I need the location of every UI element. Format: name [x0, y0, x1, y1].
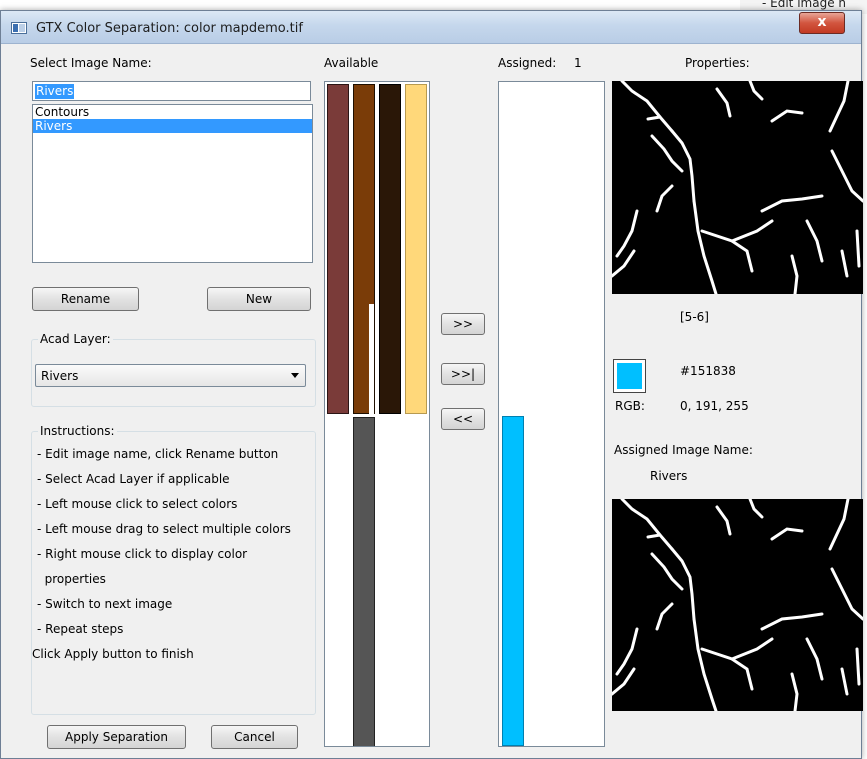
instruction-line: - Left mouse drag to select multiple col…: [37, 522, 291, 536]
assigned-color-bar[interactable]: [502, 416, 524, 746]
available-colors-panel[interactable]: [324, 81, 430, 747]
instruction-line: - Switch to next image: [37, 597, 173, 611]
title-bar[interactable]: GTX Color Separation: color mapdemo.tif …: [1, 11, 861, 44]
color-index-range: [5-6]: [680, 310, 709, 324]
instruction-line: - Right mouse click to display color: [37, 547, 248, 561]
color-swatch: [613, 359, 646, 393]
rgb-label: RGB:: [615, 399, 645, 413]
new-button[interactable]: New: [207, 287, 311, 311]
acad-layer-dropdown[interactable]: Rivers: [35, 364, 306, 387]
image-name-list[interactable]: Contours Rivers: [32, 104, 313, 263]
available-color-bar[interactable]: [327, 84, 349, 414]
available-color-bar[interactable]: [379, 84, 401, 414]
instruction-line: Click Apply button to finish: [32, 647, 194, 661]
assigned-image-name-label: Assigned Image Name:: [614, 443, 753, 457]
color-swatch-fill: [617, 363, 642, 389]
assigned-label: Assigned:: [498, 56, 557, 70]
rename-button[interactable]: Rename: [32, 287, 139, 311]
list-item-contours[interactable]: Contours: [33, 105, 312, 119]
assign-button[interactable]: >>: [441, 313, 485, 335]
cancel-button[interactable]: Cancel: [211, 725, 298, 749]
rgb-value: 0, 191, 255: [680, 399, 749, 413]
image-name-input[interactable]: Rivers: [32, 81, 311, 101]
selected-color-preview: [612, 81, 863, 294]
assigned-colors-panel[interactable]: [498, 81, 605, 747]
color-hex-value: #151838: [680, 364, 736, 378]
available-color-bar[interactable]: [353, 417, 375, 746]
instruction-line: - Select Acad Layer if applicable: [37, 472, 230, 486]
assign-all-button[interactable]: >>|: [441, 363, 485, 385]
remove-button[interactable]: <<: [441, 408, 485, 430]
instruction-line: - Left mouse click to select colors: [37, 497, 238, 511]
app-window-icon: [11, 22, 27, 34]
assigned-count: 1: [574, 56, 582, 70]
select-image-name-label: Select Image Name:: [30, 56, 152, 70]
assigned-image-preview: [612, 499, 863, 711]
close-button[interactable]: x: [799, 12, 845, 34]
available-color-bar[interactable]: [405, 84, 427, 414]
color-separation-dialog: GTX Color Separation: color mapdemo.tif …: [0, 10, 863, 759]
apply-separation-button[interactable]: Apply Separation: [47, 725, 186, 749]
available-label: Available: [324, 56, 379, 70]
image-name-input-text: Rivers: [35, 84, 75, 99]
instructions-title: Instructions:: [38, 424, 117, 438]
acad-layer-value: Rivers: [41, 369, 79, 383]
instruction-line: properties: [37, 572, 106, 586]
acad-layer-label: Acad Layer:: [38, 332, 113, 346]
properties-label: Properties:: [685, 56, 750, 70]
window-title: GTX Color Separation: color mapdemo.tif: [36, 21, 303, 36]
instruction-line: - Edit image name, click Rename button: [37, 447, 279, 461]
list-item-rivers[interactable]: Rivers: [33, 119, 312, 133]
instruction-line: - Repeat steps: [37, 622, 124, 636]
chevron-down-icon: [291, 373, 299, 378]
color-gap: [369, 304, 374, 414]
assigned-image-name-value: Rivers: [650, 469, 688, 483]
background-text: - Edit image n: [762, 0, 846, 10]
